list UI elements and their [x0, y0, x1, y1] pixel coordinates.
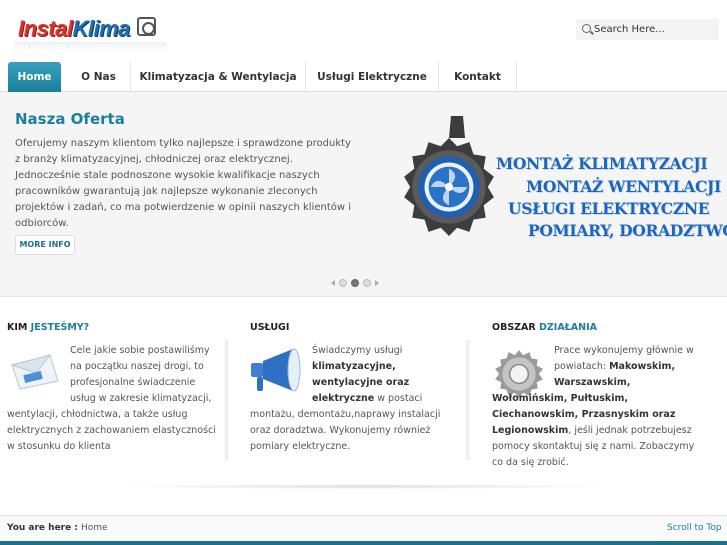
- more-info-button[interactable]: MORE INFO: [15, 235, 75, 255]
- breadcrumb-label: You are here :: [7, 523, 78, 533]
- about-text-line: profesjonalne świadczenie: [70, 377, 196, 388]
- area-bold: Ciechanowskim, Przasnyskim oraz: [492, 409, 676, 420]
- header: InstalKlima: [0, 0, 727, 56]
- nav-item-klimatyzacja[interactable]: Klimatyzacja & Wentylacja: [131, 62, 306, 92]
- main-nav: Home O Nas Klimatyzacja & Wentylacja Usł…: [0, 60, 727, 92]
- logo-part1: Instal: [18, 16, 73, 41]
- services-text-line: oraz doradztwa. Wykonujemy również: [250, 425, 431, 436]
- breadcrumb: You are here : Home Scroll to Top: [0, 515, 727, 541]
- banner-line-1: MONTAŻ KLIMATYZACJI: [496, 154, 708, 173]
- column-title-part-a: KIM: [7, 322, 28, 333]
- logo-text: InstalKlima: [18, 16, 130, 42]
- about-text-indented: Cele jakie sobie postawiliśmy na początk…: [70, 343, 220, 407]
- area-text-line: Legionowskim, jeśli jednak potrzebujesz: [492, 423, 722, 439]
- area-column: OBSZAR DZIAŁANIA: [492, 322, 597, 333]
- area-text-line: Prace wykonujemy głównie w: [554, 345, 694, 356]
- slide-dot-2[interactable]: [351, 279, 359, 287]
- banner-line-4: POMIARY, DORADZTWO: [528, 221, 727, 240]
- envelope-icon: [10, 354, 59, 390]
- about-text-line: w stosunku do klienta: [7, 441, 111, 452]
- slide-pagination: [331, 279, 381, 289]
- fan-icon: [137, 17, 156, 36]
- column-title: OBSZAR DZIAŁANIA: [492, 322, 597, 333]
- column-title: KIM JESTEŚMY?: [7, 322, 89, 333]
- chimney-icon: [449, 116, 465, 138]
- area-text-line: pomocy skontaktuj się z nami. Zobaczymy: [492, 441, 695, 452]
- scroll-to-top-link[interactable]: Scroll to Top: [667, 523, 722, 533]
- services-text-line: Świadczymy usługi: [312, 345, 403, 356]
- area-text-inline: , jeśli jednak potrzebujesz: [568, 425, 692, 436]
- services-text-inline: w postaci: [374, 393, 423, 404]
- gear-fan-icon: [404, 138, 494, 236]
- area-text-full: Wołomińskim, Pułtuskim, Ciechanowskim, P…: [492, 391, 722, 471]
- nav-item-o-nas[interactable]: O Nas: [67, 62, 131, 92]
- services-text-top: Świadczymy usługi klimatyzacyjne, wentyl…: [312, 343, 462, 407]
- about-text-line: usług w zakresie klimatyzacji,: [70, 393, 212, 404]
- services-text-line: pomiary elektryczne.: [250, 441, 351, 452]
- logo-reflection: [14, 42, 166, 52]
- column-title-part-a: OBSZAR: [492, 322, 536, 333]
- offer-text: Oferujemy naszym klientom tylko najlepsz…: [15, 138, 351, 229]
- column-title-part-b: DZIAŁANIA: [539, 322, 597, 333]
- area-text-line: Ciechanowskim, Przasnyskim oraz: [492, 407, 722, 423]
- column-title: USŁUGI: [250, 322, 290, 333]
- area-bold: Wołomińskim, Pułtuskim,: [492, 393, 628, 404]
- column-divider: [224, 340, 229, 460]
- nav-item-kontakt[interactable]: Kontakt: [439, 62, 517, 92]
- services-column: USŁUGI: [250, 322, 289, 333]
- about-text-line: na początku naszej drogi, to: [70, 361, 204, 372]
- prev-arrow-icon[interactable]: [331, 280, 335, 286]
- area-text-line: Warszawskim,: [554, 375, 724, 391]
- column-title-part-b: JESTEŚMY?: [30, 322, 90, 333]
- nav-item-uslugi[interactable]: Usługi Elektryczne: [306, 62, 439, 92]
- area-text-inline: powiatach:: [554, 361, 610, 372]
- area-bold: Warszawskim,: [554, 377, 631, 388]
- banner-line-3: USŁUGI ELEKTRYCZNE: [508, 199, 710, 218]
- services-text-line: montażu, demontażu,naprawy instalacji: [250, 409, 441, 420]
- area-text-line: co da się zrobić.: [492, 457, 569, 468]
- area-bold: Makowskim,: [609, 361, 676, 372]
- search-box: [576, 19, 719, 40]
- megaphone-icon: [251, 348, 301, 392]
- section-divider: [110, 484, 620, 489]
- services-banner: MONTAŻ KLIMATYZACJI MONTAŻ WENTYLACJI US…: [392, 116, 727, 278]
- next-arrow-icon[interactable]: [375, 280, 379, 286]
- about-text-line: Cele jakie sobie postawiliśmy: [70, 345, 210, 356]
- search-input[interactable]: [594, 21, 714, 38]
- about-column: KIM JESTEŚMY?: [7, 322, 89, 333]
- services-text-line: klimatyzacyjne,: [312, 359, 462, 375]
- services-text-line: wentylacyjne oraz: [312, 375, 462, 391]
- nav-item-home[interactable]: Home: [8, 62, 61, 92]
- slide-dot-1[interactable]: [339, 279, 347, 287]
- about-text-line: elektrycznych z zachowaniem elastycznośc…: [7, 425, 216, 436]
- area-text-top: Prace wykonujemy głównie w powiatach: Ma…: [554, 343, 724, 391]
- area-text-line: powiatach: Makowskim,: [554, 359, 724, 375]
- services-text-line: elektryczne w postaci: [312, 391, 462, 407]
- offer-title: Nasza Oferta: [15, 110, 125, 128]
- about-text-full: wentylacji, chłodnictwa, a także usług e…: [7, 407, 222, 455]
- search-icon[interactable]: [582, 24, 591, 33]
- area-text-line: Wołomińskim, Pułtuskim,: [492, 391, 722, 407]
- logo-part2: Klima: [72, 16, 130, 41]
- breadcrumb-home-link[interactable]: Home: [81, 523, 108, 533]
- services-text-full: montażu, demontażu,naprawy instalacji or…: [250, 407, 465, 455]
- banner-line-2: MONTAŻ WENTYLACJI: [526, 177, 721, 196]
- services-bold: wentylacyjne oraz: [312, 377, 410, 388]
- services-bold: klimatyzacyjne,: [312, 361, 396, 372]
- site-logo[interactable]: InstalKlima: [14, 12, 166, 52]
- area-bold: Legionowskim: [492, 425, 569, 436]
- column-divider: [465, 340, 470, 460]
- bottom-bar: [0, 541, 727, 545]
- slide-dot-3[interactable]: [363, 279, 371, 287]
- services-bold: elektryczne: [312, 393, 375, 404]
- about-text-line: wentylacji, chłodnictwa, a także usług: [7, 409, 188, 420]
